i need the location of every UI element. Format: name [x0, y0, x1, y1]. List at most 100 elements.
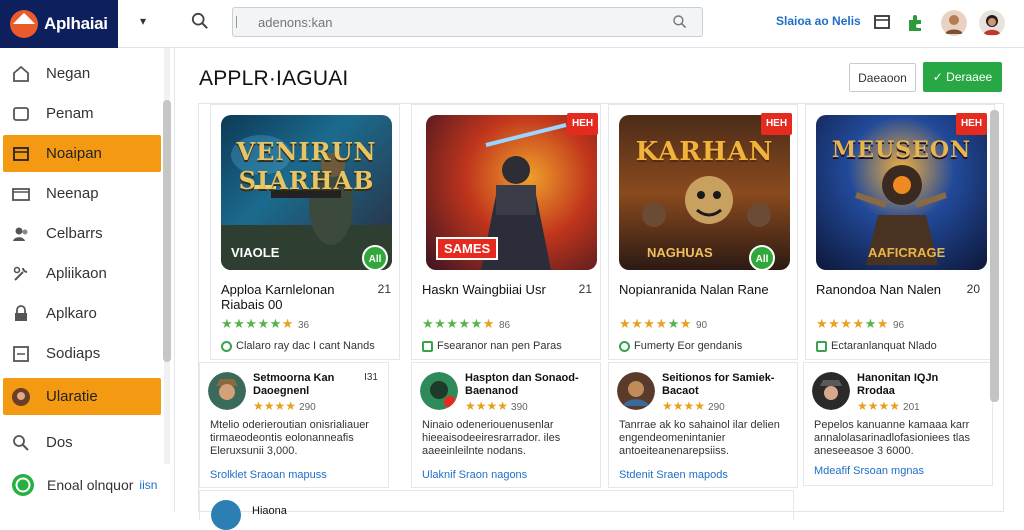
search-submit-icon[interactable]: [672, 14, 688, 30]
review-count: 290: [299, 402, 316, 413]
review-link[interactable]: Srolklet Sraoan mapuss: [210, 469, 327, 481]
app-meta: Ectaranlanquat Nlado: [816, 340, 937, 352]
review-link[interactable]: Ulaknif Sraon nagons: [422, 469, 527, 481]
sidebar-item-folder[interactable]: Noaipan: [3, 135, 161, 172]
brand-name: Aplhaiai: [44, 14, 108, 33]
main-scrollbar[interactable]: [990, 110, 999, 402]
folder-icon: [13, 146, 29, 161]
rating-count: 36: [297, 320, 310, 331]
sidebar-item-list[interactable]: Sodiaps: [3, 335, 161, 372]
review-card[interactable]: Haspton dan Sonaod- Baenanod ★★★★ 390 Nin…: [411, 362, 601, 488]
app-meta-text: Clalaro ray dac I cant Nands: [236, 340, 375, 352]
sidebar-item-home[interactable]: Negan: [3, 55, 161, 92]
sidebar-item-label: Enoal olnquor: [47, 476, 134, 493]
check-circle-icon: [619, 340, 630, 352]
sidebar-item-inbox[interactable]: Neenap: [3, 175, 161, 212]
brand-logo-area[interactable]: Aplhaiai: [0, 0, 118, 48]
app-name[interactable]: Haskn Waingbiiai Usr: [422, 282, 572, 297]
app-card[interactable]: SAMES HEH Haskn Waingbiiai Usr 21 ★★★★★★…: [411, 104, 601, 360]
app-name[interactable]: Nopianranida Nalan Rane: [619, 282, 769, 297]
app-name[interactable]: Apploa Karnlelonan Riabais 00: [221, 282, 371, 312]
secondary-button[interactable]: Daeaoon: [849, 63, 916, 92]
star-rating: ★★★★★★ 86: [422, 316, 511, 331]
app-artwork[interactable]: MEUSEON AAFICRAGE: [816, 115, 987, 270]
sidebar-item-label: Dos: [46, 434, 73, 451]
art-title: VENIRUN SIARHAB: [236, 137, 377, 195]
search-icon: [13, 434, 29, 451]
check-circle-icon: [221, 340, 232, 352]
sidebar-item-document[interactable]: Penam: [3, 95, 161, 132]
review-stars: ★★★★ 290: [662, 399, 725, 413]
review-count: 201: [903, 402, 920, 413]
sidebar-item-users[interactable]: Celbarrs: [3, 215, 161, 252]
app-rank: 21: [377, 282, 391, 296]
primary-button[interactable]: ✓ Deraaee: [923, 62, 1002, 92]
search-input[interactable]: [233, 8, 653, 36]
search-icon[interactable]: [191, 12, 209, 30]
app-meta: Fumerty Eor gendanis: [619, 340, 742, 352]
rating-count: 96: [892, 320, 905, 331]
peek-avatar-icon: [211, 500, 241, 530]
lock-icon: [15, 304, 27, 321]
whatsapp-icon: [12, 473, 34, 496]
review-card[interactable]: Setmoorna Kan Daoegnenl I31 ★★★★ 290 Mtel…: [199, 362, 389, 488]
sidebar-item-label: Aplkaro: [46, 305, 97, 322]
rating-badge: All: [749, 245, 775, 271]
art-title: KARHAN: [635, 137, 774, 167]
profile-avatar-icon[interactable]: [979, 10, 1005, 36]
review-link[interactable]: Mdeafif Srsoan mgnas: [814, 465, 924, 477]
app-name[interactable]: Ranondoa Nan Nalen: [816, 282, 966, 297]
reviewer-name: Setmoorna Kan Daoegnenl: [253, 372, 335, 397]
review-card[interactable]: Hanonitan IQJn Rrodaa ★★★★ 201 Pepelos ka…: [803, 362, 993, 486]
document-icon: [13, 106, 29, 121]
sidebar-item-label: Penam: [46, 105, 94, 122]
app-card[interactable]: VENIRUN SIARHAB VIAOLE All Apploa Karnle…: [210, 104, 400, 360]
review-card[interactable]: Seitionos for Samiek- Bacaot ★★★★ 290 Tan…: [608, 362, 798, 488]
header-link[interactable]: Slaioa ao Nelis: [776, 14, 861, 28]
search-cursor-mark: [236, 16, 246, 28]
user-avatar-icon: [12, 387, 30, 406]
sidebar-item-label: Ularatie: [46, 388, 98, 405]
review-stars: ★★★★ 290: [253, 399, 316, 413]
art-title: MEUSEON: [831, 137, 972, 163]
sidebar-item-search[interactable]: Dos: [3, 424, 161, 461]
sidebar-item-whatsapp[interactable]: Enoal olnquor iisn: [3, 466, 161, 503]
sidebar-item-profile[interactable]: Ularatie: [3, 378, 161, 415]
sidebar-item-label: Noaipan: [46, 145, 102, 162]
review-text: Tanrrae ak ko sahainol ilar delien engen…: [619, 419, 780, 457]
window-icon[interactable]: [871, 11, 893, 33]
users-icon: [13, 227, 28, 241]
art-subtitle: AAFICRAGE: [868, 245, 946, 260]
star-rating: ★★★★★★ 90: [619, 316, 708, 331]
app-meta: Clalaro ray dac I cant Nands: [221, 340, 375, 352]
reviewer-avatar-icon: [420, 372, 458, 410]
reviewer-avatar-icon: [208, 372, 246, 410]
sidebar-item-tools[interactable]: Apliikaon: [3, 255, 161, 292]
brand-dropdown-caret[interactable]: ▾: [140, 14, 146, 28]
check-square-icon: [816, 340, 827, 352]
app-card[interactable]: MEUSEON AAFICRAGE HEH Ranondoa Nan Nalen…: [805, 104, 995, 360]
tools-icon: [13, 266, 28, 281]
user-avatar-icon[interactable]: [941, 10, 967, 36]
sidebar-item-suffix[interactable]: iisn: [139, 478, 157, 492]
review-text: Ninaio odeneriouenusenlar hieeaisodeeire…: [422, 419, 561, 457]
art-subtitle: SAMES: [436, 237, 499, 260]
sidebar-item-lock[interactable]: Aplkaro: [3, 295, 161, 332]
review-date: I31: [364, 372, 378, 383]
app-meta-text: Ectaranlanquat Nlado: [831, 340, 937, 352]
app-artwork[interactable]: SAMES: [426, 115, 597, 270]
reviewer-name: Hanonitan IQJn Rrodaa: [857, 372, 939, 397]
search-box[interactable]: [232, 7, 703, 37]
review-link[interactable]: Stdenit Sraen mapods: [619, 469, 728, 481]
inbox-icon: [12, 187, 30, 201]
list-icon: [13, 345, 29, 362]
star-rating: ★★★★★★ 96: [816, 316, 905, 331]
list-item-partial[interactable]: [199, 490, 794, 520]
sidebar-scrollbar[interactable]: [163, 100, 171, 362]
app-card[interactable]: KARHAN NAGHUAS All HEH Nopianranida Nala…: [608, 104, 798, 360]
new-tag: HEH: [956, 113, 987, 135]
app-meta-text: Fumerty Eor gendanis: [634, 340, 743, 352]
review-count: 290: [708, 402, 725, 413]
star-rating: ★★★★★★ 36: [221, 316, 310, 331]
puzzle-icon[interactable]: [904, 11, 926, 33]
